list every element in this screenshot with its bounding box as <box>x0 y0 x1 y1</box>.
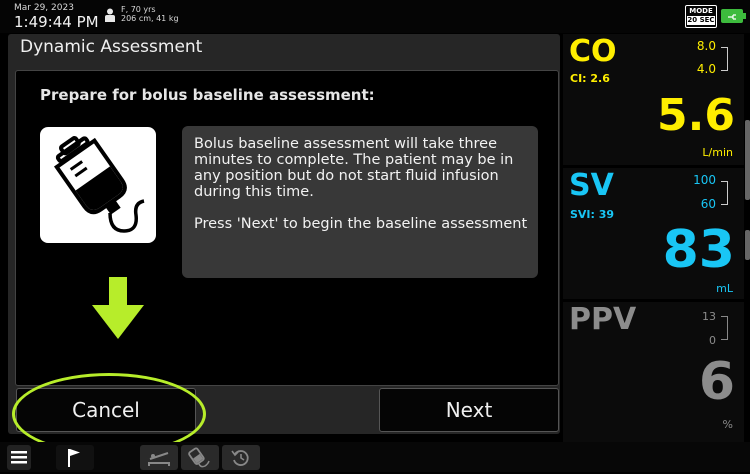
ci-value: CI: 2.6 <box>570 72 610 85</box>
history-icon <box>231 450 249 466</box>
flag-button[interactable] <box>56 445 94 470</box>
co-unit: L/min <box>702 146 733 159</box>
plug-icon <box>728 14 736 20</box>
sv-range-bracket <box>721 181 728 205</box>
sv-label: SV <box>569 168 614 203</box>
sv-tile[interactable]: SV SVI: 39 100 60 83 mL <box>563 168 744 299</box>
flag-icon <box>68 449 80 467</box>
status-time: 1:49:44 PM <box>14 13 99 31</box>
ppv-label: PPV <box>569 302 637 337</box>
battery-icon <box>721 9 746 23</box>
history-button[interactable] <box>222 445 260 470</box>
info-box: Bolus baseline assessment will take thre… <box>182 126 538 278</box>
ppv-value: 6 <box>698 352 735 412</box>
patient-bed-button[interactable] <box>140 445 178 470</box>
tile-scroll-tab-bottom[interactable] <box>745 230 750 260</box>
sv-target-high: 100 <box>693 173 716 187</box>
dynamic-assessment-dialog: Dynamic Assessment Prepare for bolus bas… <box>8 34 560 434</box>
co-value: 5.6 <box>657 90 735 141</box>
ppv-target-high: 13 <box>702 310 716 323</box>
ppv-unit: % <box>722 418 733 431</box>
status-date: Mar 29, 2023 <box>14 3 74 13</box>
ppv-tile[interactable]: PPV 13 0 6 % <box>563 302 744 442</box>
sv-unit: mL <box>716 282 733 295</box>
patient-measurements[interactable]: 206 cm, 41 kg <box>121 14 179 23</box>
co-label: CO <box>569 34 617 69</box>
mode-value: 20 SEC <box>687 16 715 25</box>
co-tile[interactable]: CO CI: 2.6 8.0 4.0 5.6 L/min <box>563 34 744 165</box>
dialog-body: Prepare for bolus baseline assessment: B… <box>15 70 559 386</box>
bolus-icon <box>188 447 210 468</box>
menu-icon <box>11 451 27 464</box>
bottom-toolbar <box>0 442 750 472</box>
mode-badge[interactable]: MODE 20 SEC <box>685 5 717 28</box>
info-paragraph-duration: Bolus baseline assessment will take thre… <box>194 136 514 200</box>
prompt-text: Prepare for bolus baseline assessment: <box>40 86 375 104</box>
co-target-low: 4.0 <box>696 62 716 76</box>
iv-bag-icon <box>53 136 145 233</box>
menu-button[interactable] <box>7 445 31 470</box>
down-arrow-icon <box>92 277 144 339</box>
co-range-bracket <box>721 47 728 71</box>
info-text: Bolus baseline assessment will take thre… <box>194 136 532 232</box>
bolus-button[interactable] <box>181 445 219 470</box>
ppv-target-low: 0 <box>709 334 716 347</box>
co-target-high: 8.0 <box>696 39 716 53</box>
iv-bag-tile <box>40 127 156 243</box>
tile-scroll-tab-top[interactable] <box>745 120 750 200</box>
dialog-title: Dynamic Assessment <box>20 37 203 57</box>
patient-icon[interactable] <box>104 8 116 22</box>
mode-label: MODE <box>689 7 713 15</box>
status-bar: Mar 29, 2023 1:49:44 PM F, 70 yrs 206 cm… <box>0 0 750 33</box>
sv-target-low: 60 <box>700 197 716 211</box>
svi-value: SVI: 39 <box>570 208 615 221</box>
info-paragraph-instruction: Press 'Next' to begin the baseline asses… <box>194 216 528 232</box>
cancel-button[interactable]: Cancel <box>16 388 196 432</box>
bed-icon <box>148 452 170 466</box>
patient-demographics[interactable]: F, 70 yrs <box>121 5 156 14</box>
sv-value: 83 <box>662 220 735 280</box>
next-button[interactable]: Next <box>379 388 559 432</box>
ppv-range-bracket <box>721 316 728 340</box>
